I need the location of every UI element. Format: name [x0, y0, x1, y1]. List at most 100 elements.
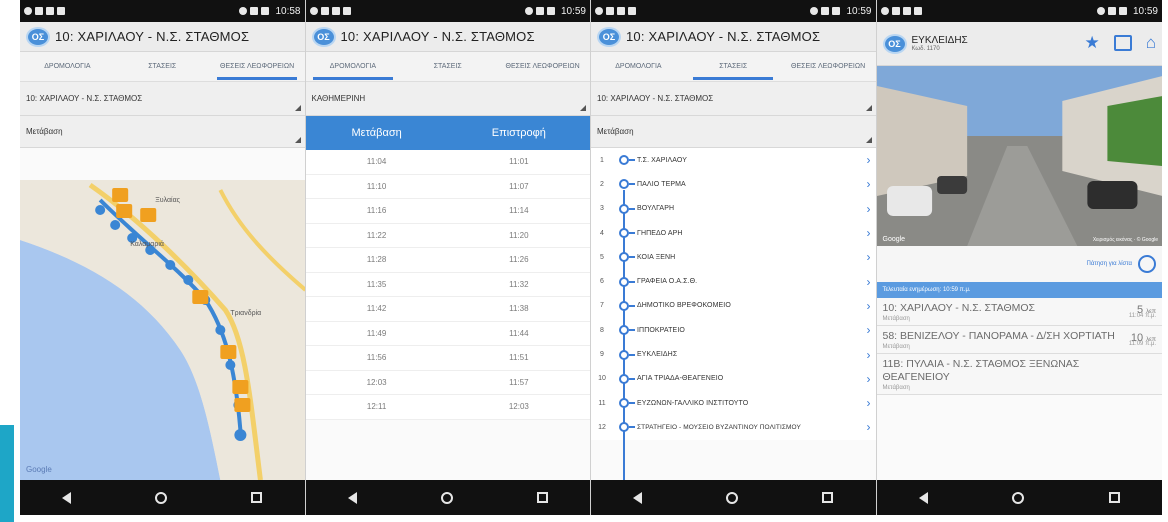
stop-number: 11 [598, 399, 606, 407]
stop-row[interactable]: 6 ΓΡΑΦΕΙΑ Ο.Α.Σ.Θ. › [591, 269, 876, 293]
departure-time-return: 11:26 [509, 255, 529, 265]
stop-name: ΣΤΡΑΤΗΓΕΙΟ - ΜΟΥΣΕΙΟ ΒΥΖΑΝΤΙΝΟΥ ΠΟΛΙΤΙΣΜ… [637, 423, 801, 431]
tab-routes[interactable]: ΔΡΟΜΟΛΟΓΙΑ [591, 52, 686, 82]
bus-marker[interactable] [232, 380, 249, 394]
wifi-icon [239, 7, 248, 15]
stop-code: Κωδ. 1170 [911, 46, 940, 52]
departure-time-outbound: 11:04 [366, 157, 387, 167]
column-header-return[interactable]: Επιστροφή [448, 127, 590, 139]
back-icon[interactable] [918, 491, 928, 504]
screenshot-collage: 10:58 OΣ 10: ΧΑΡΙΛΑΟΥ - Ν.Σ. ΣΤΑΘΜΟΣ ΔΡΟ… [0, 0, 1168, 522]
arrival-item[interactable]: 11Β: ΠΥΛΑΙΑ - Ν.Σ. ΣΤΑΘΜΟΣ ΞΕΝΩΝΑΣ ΘΕΑΓΕ… [876, 354, 1162, 395]
tab-routes[interactable]: ΔΡΟΜΟΛΟΓΙΑ [306, 52, 401, 82]
direction-select[interactable]: Μετάβαση [591, 116, 876, 148]
home-icon[interactable]: ⌂ [1146, 34, 1156, 51]
stop-marker[interactable] [225, 360, 236, 370]
bus-marker[interactable] [116, 204, 133, 218]
chevron-right-icon[interactable]: › [862, 226, 876, 240]
stop-marker[interactable] [95, 205, 106, 215]
chevron-right-icon[interactable]: › [862, 323, 876, 337]
chevron-right-icon[interactable]: › [862, 250, 876, 264]
departure-time-outbound: 11:22 [366, 230, 387, 240]
tab-bus-positions[interactable]: ΘΕΣΕΙΣ ΛΕΩΦΟΡΕΙΩΝ [781, 52, 876, 82]
bus-marker[interactable] [220, 345, 237, 359]
stop-row[interactable]: 8 ΙΠΠΟΚΡΑΤΕΙΟ › [591, 318, 876, 342]
arrival-item[interactable]: 10: ΧΑΡΙΛΑΟΥ - Ν.Σ. ΣΤΑΘΜΟΣ Μετάβαση 5 λεπ… [876, 298, 1162, 326]
route-select[interactable]: 10: ΧΑΡΙΛΑΟΥ - Ν.Σ. ΣΤΑΘΜΟΣ [20, 82, 305, 116]
chevron-right-icon[interactable]: › [862, 396, 876, 410]
back-icon[interactable] [347, 491, 357, 504]
bus-marker[interactable] [112, 188, 129, 202]
stop-row[interactable]: 11 ΕΥΖΩΝΩΝ-ΓΑΛΛΙΚΟ ΙΝΣΤΙΤΟΥΤΟ › [591, 391, 876, 415]
stop-row[interactable]: 1 Τ.Σ. ΧΑΡΙΛΑΟΥ › [591, 148, 876, 172]
tab-stops[interactable]: ΣΤΑΣΕΙΣ [115, 52, 210, 82]
route-map[interactable]: Ξυλαίας Καλαμαριά Τριανδρία Google [20, 180, 305, 480]
chevron-right-icon[interactable]: › [862, 299, 876, 313]
chevron-right-icon[interactable]: › [862, 153, 876, 167]
arrival-item[interactable]: 58: ΒΕΝΙΖΕΛΟΥ - ΠΑΝΟΡΑΜΑ - Δ/ΣΗ ΧΟΡΤΙΑΤΗ… [876, 326, 1162, 354]
recent-apps-icon[interactable] [822, 492, 834, 503]
stop-marker[interactable] [165, 260, 176, 270]
column-header-outbound[interactable]: Μετάβαση [306, 127, 448, 139]
route-select[interactable]: 10: ΧΑΡΙΛΑΟΥ - Ν.Σ. ΣΤΑΘΜΟΣ [591, 82, 876, 116]
stop-marker[interactable] [183, 275, 194, 285]
chevron-right-icon[interactable]: › [862, 420, 876, 434]
bus-marker[interactable] [234, 398, 251, 412]
stop-row[interactable]: 9 ΕΥΚΛΕΙΔΗΣ › [591, 342, 876, 366]
departure-time-return: 11:38 [509, 304, 529, 314]
direction-select[interactable]: Μετάβαση [20, 116, 305, 148]
tab-routes[interactable]: ΔΡΟΜΟΛΟΓΙΑ [20, 52, 115, 82]
chevron-right-icon[interactable]: › [862, 348, 876, 362]
street-view-image[interactable]: Google Χειρισμός εικόνας · © Google [876, 66, 1162, 246]
map-label: Ξυλαίας [155, 196, 180, 204]
recent-apps-icon[interactable] [1108, 492, 1120, 503]
chevron-right-icon[interactable]: › [862, 372, 876, 386]
tab-bus-positions[interactable]: ΘΕΣΕΙΣ ΛΕΩΦΟΡΕΙΩΝ [495, 52, 590, 82]
refresh-icon[interactable] [1138, 255, 1156, 273]
stop-marker[interactable] [234, 429, 247, 441]
map-view-icon[interactable] [1113, 34, 1132, 51]
status-bar: 10:59 [305, 0, 590, 22]
chevron-right-icon[interactable]: › [862, 177, 876, 191]
stop-row[interactable]: 4 ΓΗΠΕΔΟ ΑΡΗ › [591, 221, 876, 245]
timetable-row: 11:04 11:01 [305, 150, 590, 175]
departure-time-return: 11:32 [509, 279, 529, 289]
chevron-right-icon[interactable]: › [862, 275, 876, 289]
bus-marker[interactable] [140, 208, 157, 222]
stop-row[interactable]: 7 ΔΗΜΟΤΙΚΟ ΒΡΕΦΟΚΟΜΕΙΟ › [591, 294, 876, 318]
stop-row[interactable]: 12 ΣΤΡΑΤΗΓΕΙΟ - ΜΟΥΣΕΙΟ ΒΥΖΑΝΤΙΝΟΥ ΠΟΛΙΤΙ… [591, 415, 876, 439]
stop-row[interactable]: 2 ΠΑΛΙΟ ΤΕΡΜΑ › [591, 172, 876, 196]
favorite-star-icon[interactable]: ★ [1084, 34, 1099, 51]
stop-marker[interactable] [215, 325, 226, 335]
home-icon[interactable] [726, 491, 739, 504]
stop-row[interactable]: 3 ΒΟΥΛΓΑΡΗ › [591, 197, 876, 221]
tab-stops[interactable]: ΣΤΑΣΕΙΣ [400, 52, 495, 82]
nav-bar [876, 480, 1162, 515]
stop-row[interactable]: 5 ΚΟΙΑ ΞΕΝΗ › [591, 245, 876, 269]
stop-marker[interactable] [110, 220, 121, 230]
notification-icon [628, 7, 636, 15]
departure-time-return: 11:07 [509, 181, 529, 191]
home-icon[interactable] [440, 491, 453, 504]
home-icon[interactable] [155, 491, 168, 504]
recent-apps-icon[interactable] [536, 492, 548, 503]
chevron-right-icon[interactable]: › [862, 202, 876, 216]
departure-time-outbound: 11:16 [366, 206, 387, 216]
tab-stops[interactable]: ΣΤΑΣΕΙΣ [686, 52, 781, 82]
departure-time-return: 11:20 [509, 230, 529, 240]
tab-bus-positions[interactable]: ΘΕΣΕΙΣ ΛΕΩΦΟΡΕΙΩΝ [210, 52, 305, 82]
recent-apps-icon[interactable] [251, 492, 263, 503]
bus-logo-icon[interactable]: OΣ [26, 26, 50, 47]
home-icon[interactable] [1012, 491, 1025, 504]
stop-number: 9 [600, 351, 604, 359]
bus-logo-icon[interactable]: OΣ [597, 26, 621, 47]
list-link[interactable]: Πάτηση για λίστα [1087, 261, 1132, 267]
back-icon[interactable] [633, 491, 643, 504]
bus-logo-icon[interactable]: OΣ [882, 33, 907, 54]
day-type-select[interactable]: ΚΑΘΗΜΕΡΙΝΗ [305, 82, 590, 116]
bus-marker[interactable] [192, 290, 209, 304]
stop-row[interactable]: 10 ΑΓΙΑ ΤΡΙΑΔΑ-ΘΕΑΓΕΝΕΙΟ › [591, 367, 876, 391]
back-icon[interactable] [62, 491, 72, 504]
arrival-direction: Μετάβαση [882, 385, 910, 391]
bus-logo-icon[interactable]: OΣ [311, 26, 336, 47]
